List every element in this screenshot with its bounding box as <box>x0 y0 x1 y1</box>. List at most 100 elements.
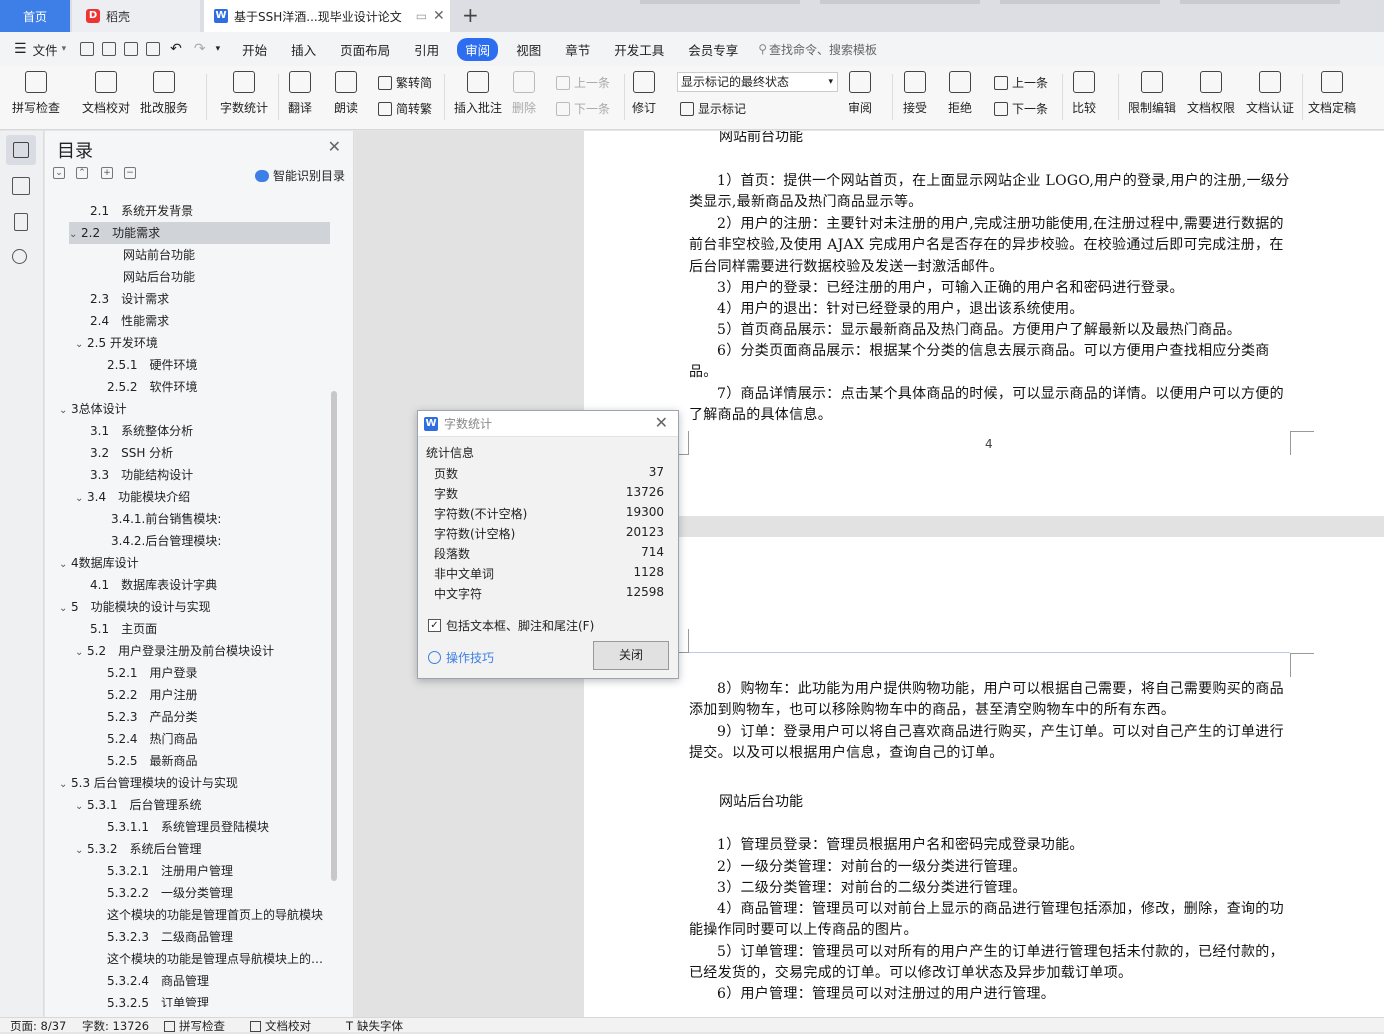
reject-button[interactable]: 拒绝 <box>948 66 972 128</box>
menu-member[interactable]: 会员专享 <box>676 40 750 59</box>
prev-change-button[interactable]: 上一条 <box>994 74 1048 91</box>
translate-button[interactable]: 翻译 <box>288 66 312 128</box>
toc-item[interactable]: ⌄ 5.3 后台管理模块的设计与实现 <box>59 772 238 794</box>
search-icon[interactable] <box>12 249 27 264</box>
menu-insert[interactable]: 插入 <box>279 40 328 59</box>
command-search-input[interactable]: 查找命令、搜索模板 <box>769 41 877 58</box>
accept-button[interactable]: 接受 <box>903 66 927 128</box>
toc-item[interactable]: 5.3.2.1 注册用户管理 <box>107 860 233 882</box>
remove-heading-icon[interactable]: − <box>124 167 136 179</box>
print-icon[interactable] <box>124 42 139 56</box>
menu-view[interactable]: 视图 <box>504 40 553 59</box>
toc-item[interactable]: 2.1 系统开发背景 <box>90 200 193 222</box>
insert-comment-button[interactable]: 插入批注 <box>454 66 502 128</box>
menu-chapter[interactable]: 章节 <box>553 40 602 59</box>
redo-icon[interactable]: ↷ <box>194 41 206 57</box>
menu-start[interactable]: 开始 <box>230 40 279 59</box>
expand-all-icon[interactable]: ⌃ <box>76 167 88 179</box>
toc-item[interactable]: 5.2.2 用户注册 <box>107 684 198 706</box>
toc-item[interactable]: 5.3.2.5 订单管理 <box>107 992 209 1007</box>
toc-item[interactable]: ⌄ 5.3.1 后台管理系统 <box>75 794 202 816</box>
toc-item[interactable]: 2.3 设计需求 <box>90 288 169 310</box>
save-icon[interactable] <box>80 42 95 56</box>
toc-item[interactable]: 3.4.1.前台销售模块: <box>111 508 221 530</box>
compare-button[interactable]: 比较 <box>1072 66 1096 128</box>
next-change-button[interactable]: 下一条 <box>994 100 1048 117</box>
export-pdf-icon[interactable] <box>102 42 117 56</box>
next-comment-button[interactable]: 下一条 <box>556 100 610 117</box>
finalize-button[interactable]: 文档定稿 <box>1308 66 1356 128</box>
toc-item[interactable]: 2.5.1 硬件环境 <box>107 354 198 376</box>
toc-item[interactable]: 这个模块的功能是管理点导航模块上的二级 <box>107 948 329 970</box>
toc-item[interactable]: 2.4 性能需求 <box>90 310 169 332</box>
restrict-editing-button[interactable]: 限制编辑 <box>1128 66 1176 128</box>
spell-check-button[interactable]: 拼写检查 <box>12 66 60 128</box>
menu-file[interactable]: 文件 <box>27 40 62 59</box>
toc-item[interactable]: 5.2.1 用户登录 <box>107 662 198 684</box>
toc-item[interactable]: 3.3 功能结构设计 <box>90 464 193 486</box>
annotate-service-button[interactable]: 批改服务 <box>140 66 188 128</box>
menu-page-layout[interactable]: 页面布局 <box>328 40 402 59</box>
close-icon[interactable]: ✕ <box>655 413 668 432</box>
doc-cert-button[interactable]: 文档认证 <box>1246 66 1294 128</box>
menu-references[interactable]: 引用 <box>402 40 451 59</box>
toc-item[interactable]: ⌄ 2.5 开发环境 <box>75 332 158 354</box>
toc-item[interactable]: ⌄ 5.3.2 系统后台管理 <box>75 838 202 860</box>
more-icon[interactable]: ▾ <box>216 44 221 54</box>
toc-item[interactable]: 5.3.2.4 商品管理 <box>107 970 209 992</box>
show-markup-button[interactable]: 显示标记 <box>680 100 746 117</box>
hamburger-icon[interactable]: ☰ <box>14 41 27 57</box>
toc-item[interactable]: 5.2.3 产品分类 <box>107 706 198 728</box>
dialog-titlebar[interactable]: W 字数统计 <box>418 411 678 437</box>
track-changes-button[interactable]: 修订 <box>632 66 656 128</box>
toc-item[interactable]: 5.2.5 最新商品 <box>107 750 198 772</box>
toc-item[interactable]: 5.3.1.1 系统管理员登陆模块 <box>107 816 269 838</box>
toc-item[interactable]: 网站前台功能 <box>123 244 195 266</box>
toc-item[interactable]: ⌄ 4数据库设计 <box>59 552 139 574</box>
toc-item-selected[interactable]: ⌄ 2.2 功能需求 <box>69 222 330 244</box>
toc-item[interactable]: 5.1 主页面 <box>90 618 157 640</box>
toc-item[interactable]: 这个模块的功能是管理首页上的导航模块 <box>107 904 329 926</box>
read-aloud-button[interactable]: 朗读 <box>334 66 358 128</box>
toc-item[interactable]: ⌄ 3总体设计 <box>59 398 127 420</box>
undo-icon[interactable]: ↶ <box>170 41 182 57</box>
toc-item[interactable]: 4.1 数据库表设计字典 <box>90 574 217 596</box>
menu-review[interactable]: 审阅 <box>457 37 499 61</box>
trad-to-simp-button[interactable]: 繁转简 <box>378 74 432 91</box>
collapse-all-icon[interactable]: ⌄ <box>53 167 65 179</box>
simp-to-trad-button[interactable]: 简转繁 <box>378 100 432 117</box>
toc-item[interactable]: 3.4.2.后台管理模块: <box>111 530 221 552</box>
tab-document[interactable]: W 基于SSH洋酒...现毕业设计论文 ▭ ✕ <box>204 0 450 32</box>
smart-toc-button[interactable]: 智能识别目录 <box>254 167 345 184</box>
markup-state-select[interactable]: 显示标记的最终状态 ▾ <box>677 72 838 92</box>
toc-item[interactable]: 网站后台功能 <box>123 266 195 288</box>
bookmark-icon[interactable] <box>14 213 28 231</box>
proofread-button[interactable]: 文档校对 <box>82 66 130 128</box>
toc-scrollbar[interactable] <box>331 391 337 881</box>
navigation-icon[interactable] <box>12 177 30 195</box>
menu-developer[interactable]: 开发工具 <box>602 40 676 59</box>
toc-item[interactable]: 5.3.2.3 二级商品管理 <box>107 926 233 948</box>
prev-comment-button[interactable]: 上一条 <box>556 74 610 91</box>
toc-item[interactable]: 5.2.4 热门商品 <box>107 728 198 750</box>
doc-permission-button[interactable]: 文档权限 <box>1187 66 1235 128</box>
new-tab-button[interactable]: + <box>462 4 479 26</box>
delete-comment-button[interactable]: 删除 <box>512 66 536 128</box>
close-icon[interactable]: ✕ <box>328 137 341 156</box>
screen-icon[interactable]: ▭ <box>416 9 427 23</box>
tab-daoke[interactable]: D 稻壳 <box>72 0 200 32</box>
toc-item[interactable]: ⌄ 5.2 用户登录注册及前台模块设计 <box>75 640 274 662</box>
close-icon[interactable]: ✕ <box>433 8 445 24</box>
tab-home[interactable]: 首页 <box>0 0 70 32</box>
toc-item[interactable]: 2.5.2 软件环境 <box>107 376 198 398</box>
tips-link[interactable]: 操作技巧 <box>428 649 494 666</box>
include-textbox-checkbox[interactable]: ✓ 包括文本框、脚注和尾注(F) <box>428 617 594 634</box>
add-heading-icon[interactable]: + <box>101 167 113 179</box>
close-button[interactable]: 关闭 <box>593 641 669 670</box>
toc-item[interactable]: 3.2 SSH 分析 <box>90 442 173 464</box>
print-preview-icon[interactable] <box>146 42 161 56</box>
word-count-button[interactable]: 字数统计 <box>220 66 268 128</box>
toc-item[interactable]: ⌄ 3.4 功能模块介绍 <box>75 486 190 508</box>
toc-panel-icon[interactable] <box>6 135 36 165</box>
review-pane-button[interactable]: 审阅 <box>848 66 872 128</box>
